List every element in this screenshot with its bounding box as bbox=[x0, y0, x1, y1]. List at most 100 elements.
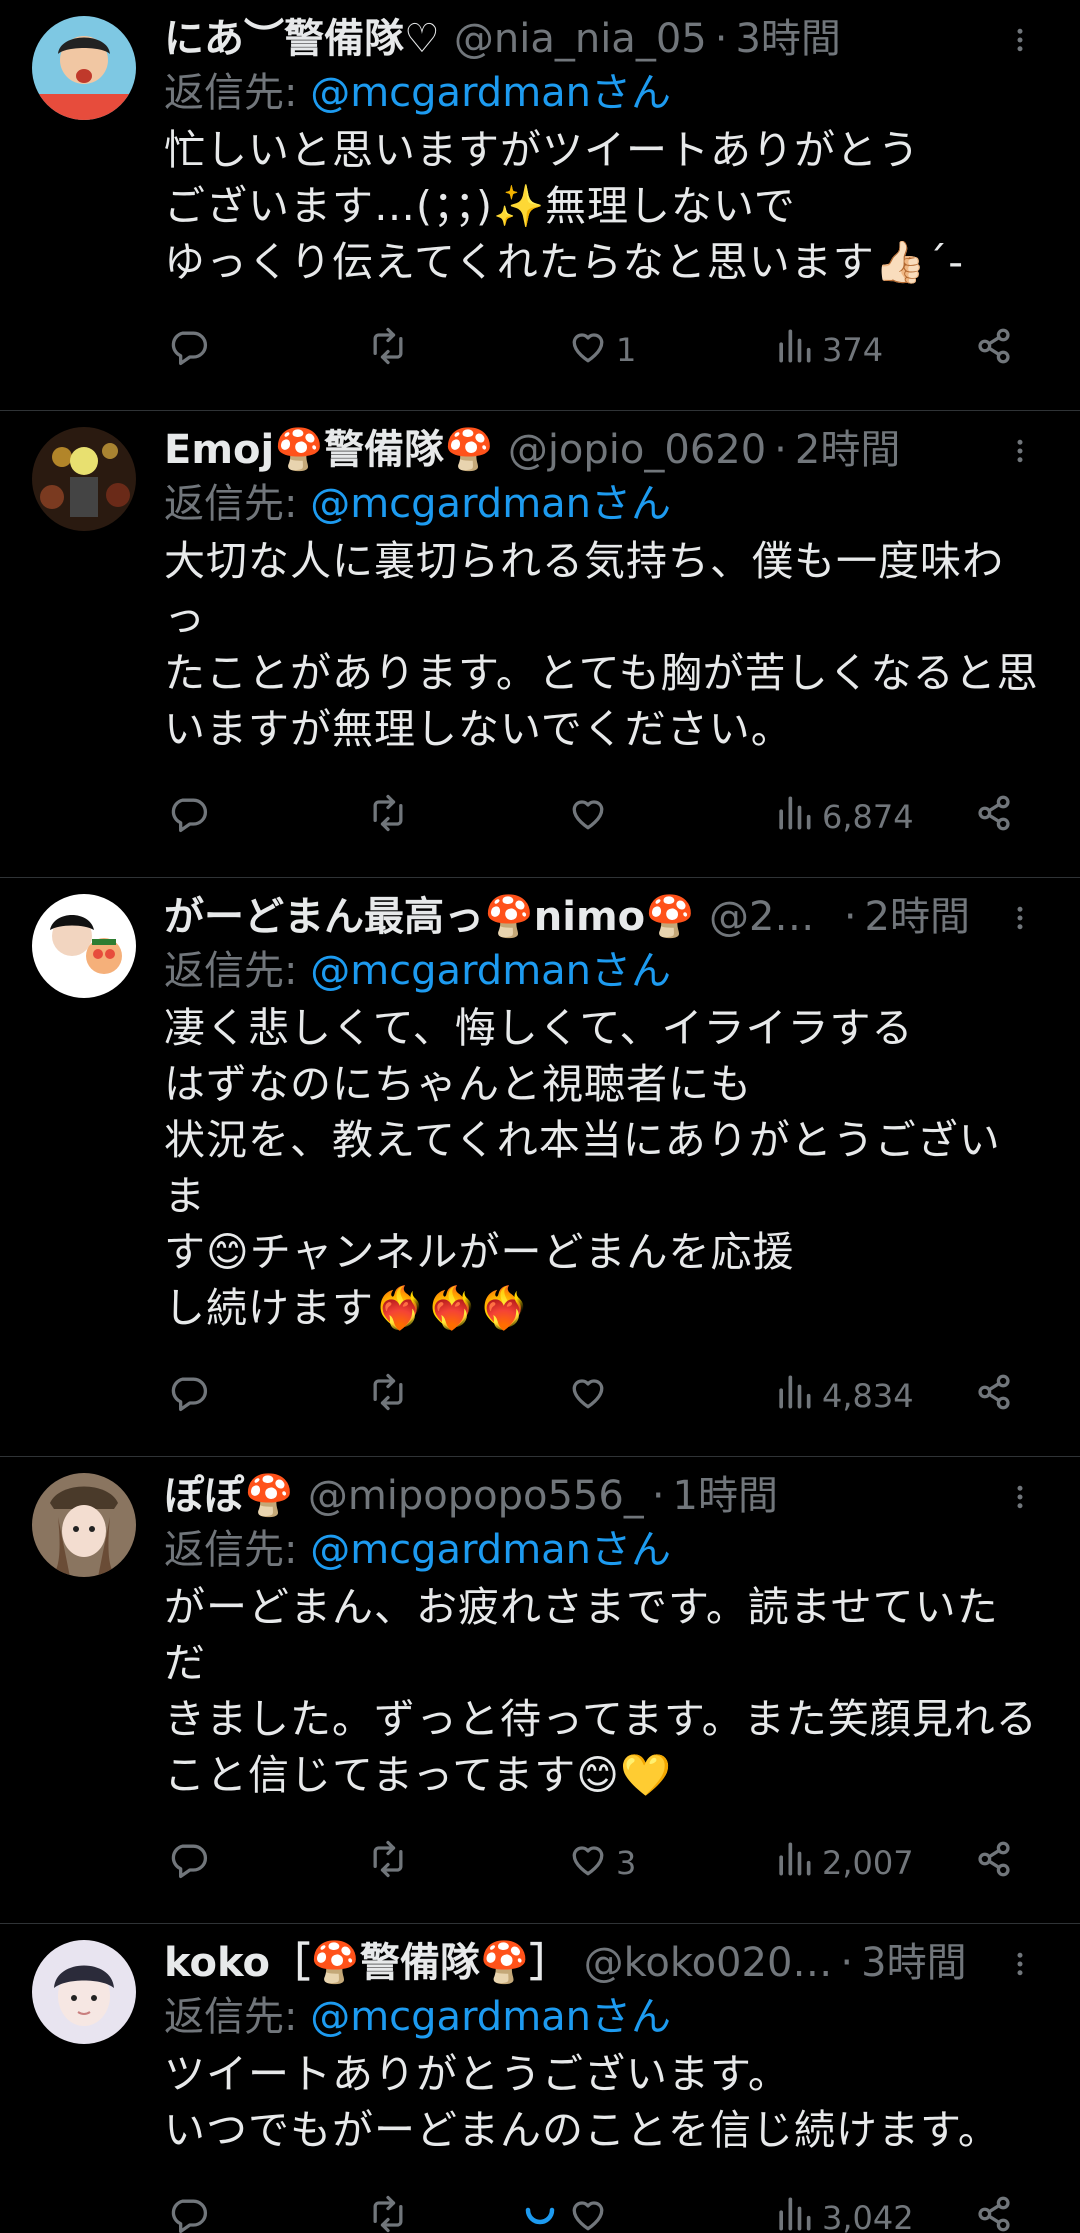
retweet-button[interactable] bbox=[366, 320, 416, 380]
reply-button[interactable] bbox=[166, 1833, 216, 1893]
display-name[interactable]: がーどまん最高っ🍄nimo🍄 bbox=[164, 894, 695, 940]
share-button[interactable] bbox=[972, 1833, 1016, 1893]
reply-tweet[interactable]: にあ︶警備隊♡ @nia_nia_05 · 3時間 返信先: @mcgardma… bbox=[0, 0, 1080, 411]
reply-to-mention[interactable]: @mcgardmanさん bbox=[310, 481, 671, 527]
views-button[interactable]: 2,007 bbox=[772, 1833, 914, 1893]
tweet-body: Emoj🍄警備隊🍄 @jopio_0620 · 2時間 返信先: @mcgard… bbox=[164, 427, 1040, 877]
views-chart-icon bbox=[772, 2192, 816, 2233]
tweet-body: koko［🍄警備隊🍄］ @koko020… · 3時間 返信先: @mcgard… bbox=[164, 1940, 1040, 2233]
tweet-header: ぽぽ🍄 @mipopopo556_ · 1時間 bbox=[164, 1473, 1040, 1519]
view-count: 374 bbox=[822, 331, 884, 369]
views-button[interactable]: 6,874 bbox=[772, 787, 914, 847]
timestamp[interactable]: 3時間 bbox=[861, 1940, 966, 1986]
timestamp[interactable]: 3時間 bbox=[735, 16, 840, 62]
like-button[interactable] bbox=[566, 1366, 616, 1426]
heart-icon bbox=[566, 2192, 610, 2233]
user-handle[interactable]: @2T… bbox=[709, 894, 836, 940]
reply-button[interactable] bbox=[166, 2188, 216, 2233]
avatar[interactable] bbox=[32, 427, 136, 531]
timestamp[interactable]: 2時間 bbox=[865, 894, 970, 940]
share-button[interactable] bbox=[972, 320, 1016, 380]
loading-spinner-icon bbox=[522, 2192, 558, 2228]
tweet-text: ツイートありがとうございます。 いつでもがーどまんのことを信じ続けます。 bbox=[164, 2050, 1000, 2154]
action-bar: 1 374 bbox=[164, 290, 1040, 410]
like-count: 1 bbox=[616, 331, 637, 369]
reply-icon bbox=[166, 791, 210, 843]
retweet-icon bbox=[366, 1370, 410, 1422]
retweet-button[interactable] bbox=[366, 1833, 416, 1893]
reply-to-mention[interactable]: @mcgardmanさん bbox=[310, 1527, 671, 1573]
share-button[interactable] bbox=[972, 2188, 1016, 2233]
retweet-button[interactable] bbox=[366, 1366, 416, 1426]
tweet-body: がーどまん最高っ🍄nimo🍄 @2T… · 2時間 返信先: @mcgardma… bbox=[164, 894, 1040, 1456]
retweet-button[interactable] bbox=[366, 787, 416, 847]
user-handle[interactable]: @mipopopo556_ bbox=[308, 1473, 644, 1519]
views-chart-icon bbox=[772, 1837, 816, 1889]
share-icon bbox=[972, 791, 1016, 843]
reply-tweet[interactable]: ぽぽ🍄 @mipopopo556_ · 1時間 返信先: @mcgardmanさ… bbox=[0, 1457, 1080, 1924]
tweet-body: ぽぽ🍄 @mipopopo556_ · 1時間 返信先: @mcgardmanさ… bbox=[164, 1473, 1040, 1923]
display-name[interactable]: にあ︶警備隊♡ bbox=[164, 16, 440, 62]
separator-dot: · bbox=[651, 1473, 665, 1519]
reply-button[interactable] bbox=[166, 320, 216, 380]
more-dots-icon[interactable] bbox=[1000, 898, 1040, 938]
retweet-icon bbox=[366, 324, 410, 376]
tweet-header: Emoj🍄警備隊🍄 @jopio_0620 · 2時間 bbox=[164, 427, 1040, 473]
timestamp[interactable]: 2時間 bbox=[795, 427, 900, 473]
action-bar: 6,874 bbox=[164, 757, 1040, 877]
like-button[interactable]: 3 bbox=[566, 1833, 636, 1893]
more-dots-icon[interactable] bbox=[1000, 20, 1040, 60]
reply-icon bbox=[166, 1370, 210, 1422]
reply-to-label: 返信先: bbox=[164, 948, 298, 994]
reply-button[interactable] bbox=[166, 1366, 216, 1426]
tweet-text: がーどまん、お疲れさまです。読ませていただ きました。ずっと待ってます。また笑顔… bbox=[164, 1583, 1038, 1799]
reply-button[interactable] bbox=[166, 787, 216, 847]
view-count: 6,874 bbox=[822, 798, 914, 836]
heart-icon bbox=[566, 324, 610, 376]
share-button[interactable] bbox=[972, 1366, 1016, 1426]
separator-dot: · bbox=[843, 894, 857, 940]
views-chart-icon bbox=[772, 324, 816, 376]
retweet-icon bbox=[366, 791, 410, 843]
more-dots-icon[interactable] bbox=[1000, 1944, 1040, 1984]
avatar[interactable] bbox=[32, 1940, 136, 2044]
view-count: 2,007 bbox=[822, 1844, 914, 1882]
reply-icon bbox=[166, 2192, 210, 2233]
share-button[interactable] bbox=[972, 787, 1016, 847]
share-icon bbox=[972, 1370, 1016, 1422]
like-count: 3 bbox=[616, 1844, 637, 1882]
heart-icon bbox=[566, 791, 610, 843]
retweet-button[interactable] bbox=[366, 2188, 416, 2233]
display-name[interactable]: koko［🍄警備隊🍄］ bbox=[164, 1940, 570, 1986]
user-handle[interactable]: @nia_nia_05 bbox=[454, 16, 707, 62]
user-handle[interactable]: @koko020… bbox=[584, 1940, 833, 1986]
avatar[interactable] bbox=[32, 894, 136, 998]
like-button[interactable]: 1 bbox=[566, 320, 636, 380]
avatar[interactable] bbox=[32, 1473, 136, 1577]
views-button[interactable]: 374 bbox=[772, 320, 883, 380]
views-button[interactable]: 4,834 bbox=[772, 1366, 914, 1426]
tweet-header: がーどまん最高っ🍄nimo🍄 @2T… · 2時間 bbox=[164, 894, 1040, 940]
user-handle[interactable]: @jopio_0620 bbox=[508, 427, 766, 473]
reply-to-mention[interactable]: @mcgardmanさん bbox=[310, 948, 671, 994]
reply-icon bbox=[166, 324, 210, 376]
tweet-text: 大切な人に裏切られる気持ち、僕も一度味わっ たことがあります。とても胸が苦しくな… bbox=[164, 537, 1039, 753]
views-button[interactable]: 3,042 bbox=[772, 2188, 914, 2233]
action-bar: 4,834 bbox=[164, 1336, 1040, 1456]
like-button[interactable] bbox=[566, 787, 616, 847]
reply-tweet[interactable]: koko［🍄警備隊🍄］ @koko020… · 3時間 返信先: @mcgard… bbox=[0, 1924, 1080, 2233]
more-dots-icon[interactable] bbox=[1000, 431, 1040, 471]
reply-to-line: 返信先: @mcgardmanさん bbox=[164, 944, 1040, 998]
reply-tweet[interactable]: Emoj🍄警備隊🍄 @jopio_0620 · 2時間 返信先: @mcgard… bbox=[0, 411, 1080, 878]
more-dots-icon[interactable] bbox=[1000, 1477, 1040, 1517]
avatar[interactable] bbox=[32, 16, 136, 120]
views-chart-icon bbox=[772, 791, 816, 843]
reply-to-label: 返信先: bbox=[164, 1527, 298, 1573]
reply-tweet[interactable]: がーどまん最高っ🍄nimo🍄 @2T… · 2時間 返信先: @mcgardma… bbox=[0, 878, 1080, 1457]
display-name[interactable]: ぽぽ🍄 bbox=[164, 1473, 294, 1519]
display-name[interactable]: Emoj🍄警備隊🍄 bbox=[164, 427, 494, 473]
timestamp[interactable]: 1時間 bbox=[673, 1473, 778, 1519]
reply-to-mention[interactable]: @mcgardmanさん bbox=[310, 1994, 671, 2040]
like-button[interactable] bbox=[566, 2188, 616, 2233]
reply-to-mention[interactable]: @mcgardmanさん bbox=[310, 70, 671, 116]
